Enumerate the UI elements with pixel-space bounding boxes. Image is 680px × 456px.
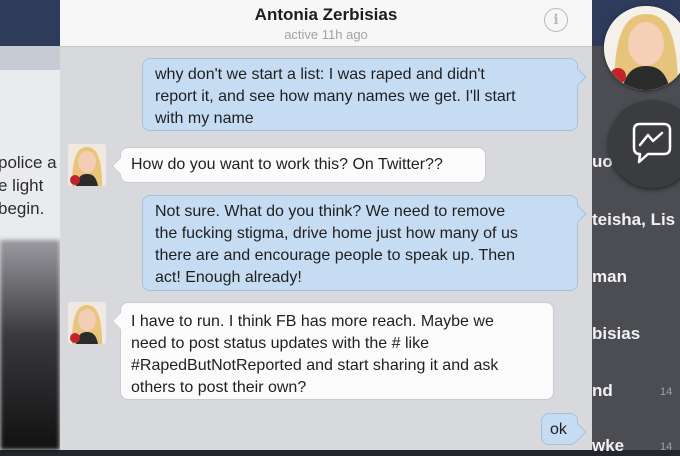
chat-status: active 11h ago [284,27,368,42]
message-line: why don't we start a list: I was raped a… [155,66,485,83]
contact-row-name[interactable]: man [592,267,627,287]
background-band [0,46,60,70]
message-line: ok [550,421,567,438]
contact-row-time: 14 [660,441,673,453]
message-line: others to post their own? [131,379,307,396]
avatar[interactable] [68,144,106,186]
contact-row-name[interactable]: nd [592,381,613,401]
background-photo [0,240,60,450]
background-text-line: e light [0,176,44,195]
message-bubble-outgoing: why don't we start a list: I was raped a… [142,58,578,131]
contact-row-name[interactable]: bisias [592,324,640,344]
message-bubble-outgoing: Not sure. What do you think? We need to … [142,195,578,291]
chat-head-avatar[interactable] [604,6,680,90]
message-bubble-outgoing: ok [541,413,578,445]
message-line: I have to run. I think FB has more reach… [131,313,494,330]
contact-row-time: 14 [660,386,673,398]
chat-window: Antonia Zerbisias active 11h ago i why d… [60,0,592,450]
avatar[interactable] [68,302,106,344]
message-line: How do you want to work this? On Twitter… [131,156,443,173]
message-line: Not sure. What do you think? We need to … [155,203,506,220]
messenger-icon [632,122,672,164]
background-text-line: begin. [0,199,45,218]
message-bubble-incoming: I have to run. I think FB has more reach… [120,302,554,400]
contact-row-name[interactable]: teisha, Lis [592,210,675,230]
chat-header: Antonia Zerbisias active 11h ago i [60,0,592,47]
contact-row-name[interactable]: wke [592,436,624,456]
message-line: with my name [155,110,254,127]
message-line: the fucking stigma, drive home just how … [155,225,518,242]
chat-title[interactable]: Antonia Zerbisias [60,5,592,25]
message-line: #RapedButNotReported and start sharing i… [131,357,499,374]
message-line: act! Enough already! [155,269,302,286]
message-line: there are and encourage people to speak … [155,247,515,264]
messenger-button[interactable] [608,100,680,188]
message-line: need to post status updates with the # l… [131,335,429,352]
avatar [604,6,680,90]
info-icon[interactable]: i [544,8,568,32]
message-line: report it, and see how many names we get… [155,88,516,105]
message-bubble-incoming: How do you want to work this? On Twitter… [120,147,486,183]
background-text-line: police a [0,153,57,172]
